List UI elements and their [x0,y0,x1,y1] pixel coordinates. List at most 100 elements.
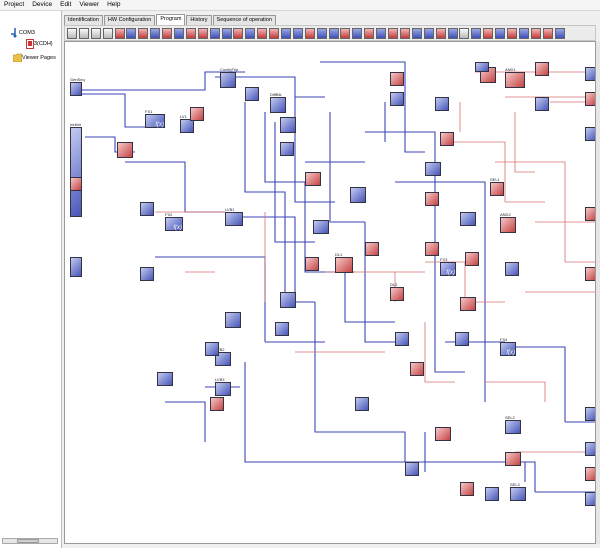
block-icon[interactable] [495,27,506,39]
block-icon[interactable] [364,27,375,39]
block-icon[interactable] [114,27,125,39]
select-icon[interactable] [90,27,101,39]
block-icon[interactable] [257,27,268,39]
block-icon[interactable] [281,27,292,39]
block-icon[interactable] [506,27,517,39]
function-block[interactable]: LVB3 [215,377,231,396]
function-block[interactable] [225,312,241,328]
function-block[interactable] [350,187,366,203]
block-icon[interactable] [459,27,470,39]
function-block[interactable] [140,267,154,281]
block-icon[interactable] [423,27,434,39]
function-block[interactable] [425,162,441,176]
menu-help[interactable]: Help [103,0,124,10]
hand-icon[interactable] [102,27,113,39]
block-icon[interactable] [292,27,303,39]
block-icon[interactable] [554,27,565,39]
function-block[interactable] [70,177,82,191]
function-block[interactable] [305,257,319,271]
block-icon[interactable] [233,27,244,39]
block-icon[interactable] [162,27,173,39]
block-icon[interactable] [435,27,446,39]
function-block[interactable] [355,397,369,411]
block-icon[interactable] [185,27,196,39]
block-icon[interactable] [352,27,363,39]
function-block[interactable]: FX1 f(x) [145,109,165,128]
function-block[interactable] [485,487,499,501]
tree-port[interactable]: COM3 [10,28,35,38]
tab-sequence-of-operation[interactable]: Sequence of operation [212,15,276,25]
function-block[interactable]: FX3 f(x) [440,257,456,276]
tab-history[interactable]: History [186,15,212,25]
function-block[interactable] [585,127,595,141]
block-icon[interactable] [518,27,529,39]
function-block[interactable] [245,87,259,101]
function-block[interactable] [455,332,469,346]
function-block[interactable] [210,397,224,411]
move-icon[interactable] [78,27,89,39]
tab-hw-configuration[interactable]: HW Configuration [103,15,156,25]
function-block[interactable]: GenSeq [70,77,85,96]
menu-project[interactable]: Project [0,0,28,10]
function-block[interactable] [140,202,154,216]
function-block[interactable]: DiffBlk [270,92,286,113]
block-icon[interactable] [411,27,422,39]
block-icon[interactable] [483,27,494,39]
function-block[interactable]: FX2 f(x) [165,212,183,231]
block-icon[interactable] [197,27,208,39]
block-icon[interactable] [126,27,137,39]
function-block[interactable] [435,427,451,441]
block-icon[interactable] [174,27,185,39]
function-block[interactable] [585,407,595,421]
function-block[interactable] [157,372,173,386]
canvas-scrollbar[interactable] [596,41,600,544]
function-block[interactable] [440,132,454,146]
function-block[interactable]: FX4 f(x) [500,337,516,356]
function-block[interactable]: LV1 [180,114,194,133]
function-block[interactable] [585,207,595,221]
function-block[interactable] [280,292,296,308]
function-block[interactable]: SEL3 [510,482,526,501]
function-block[interactable] [275,322,289,336]
function-block[interactable] [305,172,321,186]
function-block[interactable]: AND1 [505,67,525,88]
zoom-icon[interactable] [67,27,77,39]
function-block[interactable] [585,492,595,506]
block-icon[interactable] [376,27,387,39]
block-icon[interactable] [340,27,351,39]
block-icon[interactable] [447,27,458,39]
block-icon[interactable] [328,27,339,39]
function-block[interactable] [465,252,479,266]
function-block[interactable]: LVB1 [225,207,243,226]
function-block[interactable] [70,257,82,277]
function-block[interactable]: DL2 [390,282,404,301]
block-icon[interactable] [388,27,399,39]
function-block[interactable] [585,67,595,81]
block-icon[interactable] [150,27,161,39]
function-block[interactable] [505,262,519,276]
function-block[interactable] [205,342,219,356]
menu-device[interactable]: Device [28,0,56,10]
menu-edit[interactable]: Edit [56,0,75,10]
function-block[interactable] [475,62,489,72]
program-canvas[interactable]: GenSeq Inhibit FX1 f(x) LV1 ConfigTrip DiffBlk… [64,41,596,544]
tree-scrollbar[interactable] [2,538,58,544]
function-block[interactable] [585,442,595,456]
function-block[interactable] [280,142,294,156]
function-block[interactable] [425,242,439,256]
function-block[interactable] [410,362,424,376]
function-block[interactable] [190,107,204,121]
menu-viewer[interactable]: Viewer [75,0,103,10]
block-icon[interactable] [221,27,232,39]
tree-device[interactable]: 3(CDH) [26,39,53,49]
function-block[interactable] [585,467,595,481]
function-block[interactable] [405,462,419,476]
function-block[interactable] [425,192,439,206]
block-icon[interactable] [316,27,327,39]
function-block[interactable] [365,242,379,256]
function-block[interactable] [585,267,595,281]
function-block[interactable] [390,92,404,106]
tree-viewer-pages[interactable]: Viewer Pages [13,53,56,62]
function-block[interactable]: DL1 [335,252,353,273]
block-icon[interactable] [530,27,541,39]
